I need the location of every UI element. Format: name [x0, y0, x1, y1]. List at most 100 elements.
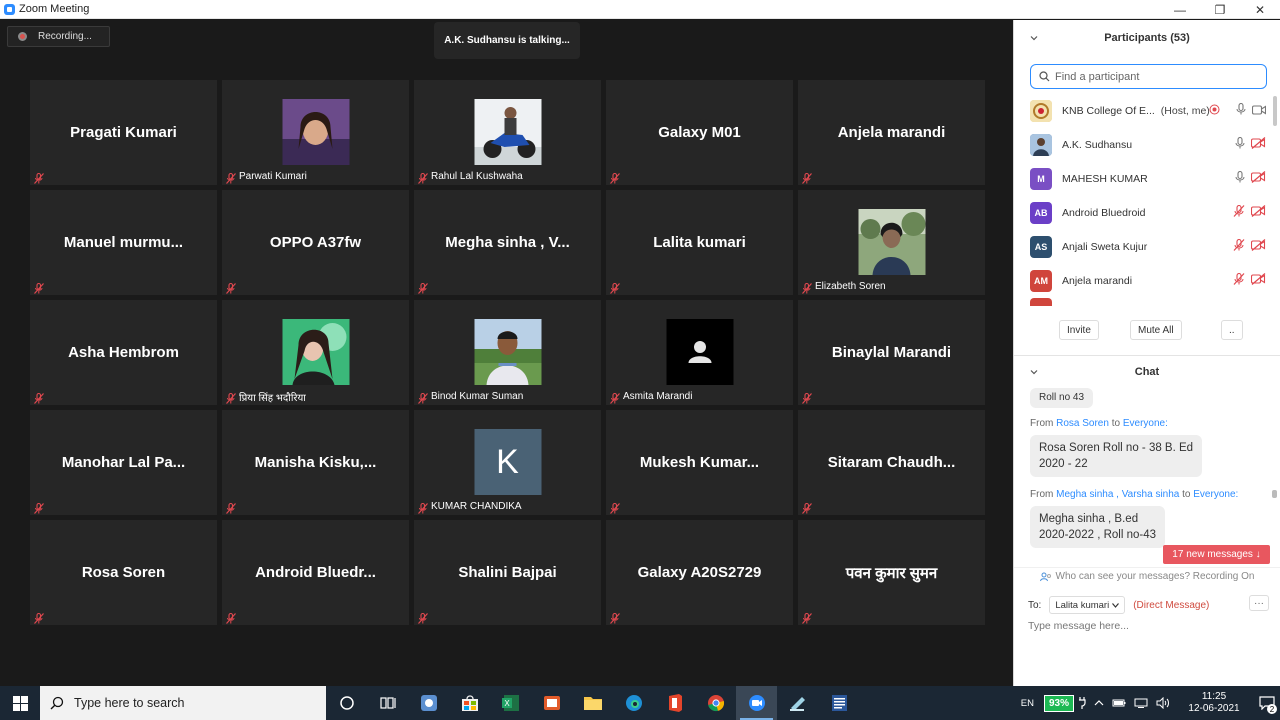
file-explorer-icon[interactable] [572, 686, 613, 720]
minimize-button[interactable]: — [1160, 0, 1200, 19]
mic-muted-icon[interactable] [1233, 238, 1245, 256]
chat-title: Chat [1134, 365, 1160, 378]
video-tile[interactable]: Anjela marandi [798, 80, 985, 185]
language-indicator[interactable]: EN [1021, 698, 1034, 709]
mic-icon[interactable] [1235, 170, 1245, 188]
participant-row[interactable]: A.K. Sudhansu [1014, 128, 1272, 162]
video-tile[interactable]: Android Bluedr... [222, 520, 409, 625]
excel-icon[interactable]: X [490, 686, 531, 720]
chevron-down-icon[interactable] [1030, 34, 1038, 42]
maximize-button[interactable]: ❐ [1200, 0, 1240, 19]
participant-row[interactable]: KNB College Of E... (Host, me) [1014, 94, 1272, 128]
task-view-icon[interactable] [367, 686, 408, 720]
taskbar-search-input[interactable] [74, 696, 304, 710]
video-tile[interactable]: Asha Hembrom [30, 300, 217, 405]
video-tile[interactable]: Rahul Lal Kushwaha [414, 80, 601, 185]
message-visibility-info[interactable]: Who can see your messages? Recording On [1014, 567, 1280, 585]
mic-icon[interactable] [1236, 102, 1246, 120]
video-tile[interactable]: पवन कुमार सुमन [798, 520, 985, 625]
video-tile[interactable]: Elizabeth Soren [798, 190, 985, 295]
video-tile[interactable]: Manuel murmu... [30, 190, 217, 295]
app-icon-blue[interactable] [408, 686, 449, 720]
participant-scrollbar[interactable] [1272, 94, 1278, 308]
participant-row[interactable]: AB Android Bluedroid [1014, 196, 1272, 230]
video-tile[interactable]: Galaxy M01 [606, 80, 793, 185]
network-icon[interactable] [1134, 698, 1148, 708]
recording-indicator[interactable]: Recording... [7, 26, 110, 47]
video-off-icon[interactable] [1250, 272, 1266, 290]
participant-row[interactable]: M MAHESH KUMAR [1014, 162, 1272, 196]
battery-indicator[interactable]: 93% [1043, 694, 1074, 712]
mute-all-button[interactable]: Mute All [1130, 320, 1182, 340]
chevron-down-icon[interactable] [1030, 368, 1038, 376]
new-messages-button[interactable]: 17 new messages ↓ [1163, 545, 1270, 564]
presentation-app-icon[interactable] [531, 686, 572, 720]
recipient-select[interactable]: Lalita kumari [1049, 596, 1126, 614]
video-tile[interactable]: Manohar Lal Pa... [30, 410, 217, 515]
video-tile[interactable]: Parwati Kumari [222, 80, 409, 185]
system-clock[interactable]: 11:25 12-06-2021 [1184, 691, 1244, 715]
tile-footer [34, 390, 47, 404]
edge-icon[interactable] [613, 686, 654, 720]
participant-avatar: AB [1030, 202, 1052, 224]
video-tile[interactable]: Megha sinha , V... [414, 190, 601, 295]
close-button[interactable]: ✕ [1240, 0, 1280, 19]
video-tile[interactable]: Rosa Soren [30, 520, 217, 625]
video-tile[interactable]: Shalini Bajpai [414, 520, 601, 625]
chrome-icon[interactable] [695, 686, 736, 720]
mic-muted-icon[interactable] [1233, 272, 1245, 290]
participant-search-input[interactable] [1055, 70, 1255, 83]
word-icon[interactable] [818, 686, 859, 720]
participant-avatar [1030, 134, 1052, 156]
chat-scroll-thumb[interactable] [1272, 490, 1277, 498]
cortana-icon[interactable] [326, 686, 367, 720]
video-tile[interactable]: OPPO A37fw [222, 190, 409, 295]
zoom-taskbar-icon[interactable] [736, 686, 777, 720]
taskbar-search[interactable] [40, 686, 326, 720]
video-tile[interactable]: Asmita Marandi [606, 300, 793, 405]
mic-muted-icon[interactable] [1233, 204, 1245, 222]
chevron-up-icon[interactable] [1094, 699, 1104, 707]
video-off-icon[interactable] [1250, 170, 1266, 188]
video-tile[interactable]: Sitaram Chaudh... [798, 410, 985, 515]
clock-time: 11:25 [1201, 691, 1227, 702]
participant-row[interactable]: AM Anjela marandi [1014, 264, 1272, 298]
video-off-icon[interactable] [1250, 204, 1266, 222]
notification-center-button[interactable]: 2 [1254, 686, 1280, 720]
mic-muted-icon [802, 281, 812, 294]
taskbar: X EN 93% 11:25 12-06-2021 2 [0, 686, 1280, 720]
participant-row[interactable]: AS Anjali Sweta Kujur [1014, 230, 1272, 264]
invite-button[interactable]: Invite [1059, 320, 1099, 340]
battery-icon[interactable] [1112, 698, 1126, 708]
search-icon [50, 696, 64, 710]
video-tile[interactable]: Pragati Kumari [30, 80, 217, 185]
participant-scroll-thumb[interactable] [1273, 96, 1277, 126]
video-off-icon[interactable] [1250, 136, 1266, 154]
chat-more-button[interactable]: ··· [1249, 595, 1269, 611]
participant-display-name: Shalini Bajpai [458, 564, 557, 581]
participant-photo [474, 99, 541, 165]
participant-role-tag: (Host, me) [1160, 105, 1210, 117]
tile-footer [802, 500, 815, 514]
chat-message-input[interactable] [1028, 620, 1268, 632]
video-tile[interactable]: Lalita kumari [606, 190, 793, 295]
start-button[interactable] [0, 686, 40, 720]
video-tile[interactable]: प्रिया सिंह भदौरिया [222, 300, 409, 405]
office-icon[interactable] [654, 686, 695, 720]
video-camera-icon[interactable] [1251, 102, 1267, 120]
volume-icon[interactable] [1156, 697, 1170, 709]
video-tile[interactable]: K KUMAR CHANDIKA [414, 410, 601, 515]
video-tile[interactable]: Binod Kumar Suman [414, 300, 601, 405]
more-options-button[interactable]: .. [1221, 320, 1243, 340]
notepad-icon[interactable] [777, 686, 818, 720]
tile-name-label: Asmita Marandi [623, 391, 693, 402]
participant-name: A.K. Sudhansu [1062, 139, 1133, 151]
video-off-icon[interactable] [1250, 238, 1266, 256]
mic-icon[interactable] [1235, 136, 1245, 154]
participant-search[interactable] [1030, 64, 1267, 89]
video-tile[interactable]: Binaylal Marandi [798, 300, 985, 405]
video-tile[interactable]: Manisha Kisku,... [222, 410, 409, 515]
video-tile[interactable]: Galaxy A20S2729 [606, 520, 793, 625]
store-icon[interactable] [449, 686, 490, 720]
video-tile[interactable]: Mukesh Kumar... [606, 410, 793, 515]
